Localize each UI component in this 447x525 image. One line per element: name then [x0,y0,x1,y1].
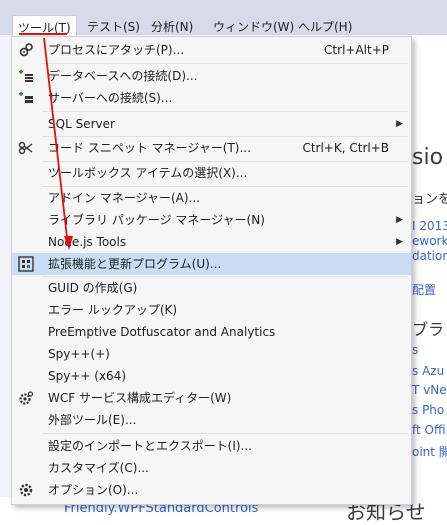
menu-item-shortcut: Ctrl+K, Ctrl+B [302,141,389,155]
menu-item-external-tools[interactable]: 外部ツール(E)... [12,409,411,431]
menu-item-extensions-updates[interactable]: 拡張機能と更新プログラム(U)... [12,253,411,275]
menu-item-label: Spy++(+) [48,347,110,361]
link-office[interactable]: ft Offi [412,423,446,437]
wcf-gear-icon [19,391,34,405]
menu-item-label: 外部ツール(E)... [48,413,137,427]
menu-item-label: プロセスにアタッチ(P)... [48,43,185,57]
menu-item-create-guid[interactable]: GUID の作成(G) [12,277,411,299]
menu-test[interactable]: テスト(S) [83,17,144,37]
server-connect-icon [19,91,33,103]
menu-item-library-package-manager[interactable]: ライブラリ パッケージ マネージャー(N) ▶ [12,209,411,231]
menu-item-label: データベースへの接続(D)... [48,69,198,83]
link-sharepoint[interactable]: oint 開 [412,443,447,460]
menu-item-customize[interactable]: カスタマイズ(C)... [12,457,411,479]
menu-item-label: エラー ルックアップ(K) [48,303,178,317]
menu-item-label: コード スニペット マネージャー(T)... [48,141,251,155]
extensions-icon [18,256,34,272]
menu-help[interactable]: ヘルプ(H) [294,17,356,37]
menu-item-label: 拡張機能と更新プログラム(U)... [48,257,222,271]
menu-item-sql-server[interactable]: SQL Server ▶ [12,113,411,135]
menu-item-nodejs-tools[interactable]: Node.js Tools ▶ [12,231,411,253]
link-foundation[interactable]: dation [412,249,447,263]
submenu-arrow-icon: ▶ [396,237,403,247]
menu-item-label: Spy++ (x64) [48,369,126,383]
submenu-arrow-icon: ▶ [396,215,403,225]
menu-item-attach-process[interactable]: プロセスにアタッチ(P)... Ctrl+Alt+P [12,39,411,61]
link-azure[interactable]: s Azu [412,364,444,378]
menu-bar: ツール(T) テスト(S) 分析(N) ウィンドウ(W) ヘルプ(H) [0,0,447,38]
menu-item-shortcut: Ctrl+Alt+P [324,43,389,57]
platform-heading: ブラ [412,320,445,339]
menu-item-code-snippets[interactable]: コード スニペット マネージャー(T)... Ctrl+K, Ctrl+B [12,137,411,159]
link-framework[interactable]: ework [412,234,447,248]
menu-item-error-lookup[interactable]: エラー ルックアップ(K) [12,299,411,321]
menu-item-label: WCF サービス構成エディター(W) [48,391,232,405]
menu-item-spy-x64[interactable]: Spy++ (x64) [12,365,411,387]
menu-item-label: Node.js Tools [48,235,127,249]
menu-item-choose-toolbox-items[interactable]: ツールボックス アイテムの選択(X)... [12,162,411,184]
menu-window[interactable]: ウィンドウ(W) [209,17,298,37]
link-phone[interactable]: s Pho [412,403,444,417]
menu-item-connect-server[interactable]: サーバーへの接続(S)... [12,87,411,109]
menu-item-addin-manager[interactable]: アドイン マネージャー(A)... [12,187,411,209]
database-connect-icon [19,69,33,82]
annotation-underline [19,33,67,35]
start-page-heading: sio [412,145,444,170]
menu-item-label: サーバーへの接続(S)... [48,91,173,105]
menu-item-label: アドイン マネージャー(A)... [48,191,200,205]
menu-item-label: 設定のインポートとエクスポート(I)... [48,439,252,453]
link-vs2013[interactable]: I 2013 [412,219,447,233]
menu-item-label: SQL Server [48,117,115,131]
menu-separator [42,111,408,112]
menu-separator [42,433,408,434]
link-vnext[interactable]: T vNe [412,383,447,397]
submenu-arrow-icon: ▶ [396,119,403,129]
menu-item-import-export-settings[interactable]: 設定のインポートとエクスポート(I)... [12,435,411,457]
menu-item-label: GUID の作成(G) [48,281,138,295]
menu-item-spy[interactable]: Spy++(+) [12,343,411,365]
menu-separator [42,63,408,64]
menu-item-label: オプション(O)... [48,483,139,497]
tools-dropdown-menu: プロセスにアタッチ(P)... Ctrl+Alt+P データベースへの接続(D)… [11,36,412,505]
menu-item-label: カスタマイズ(C)... [48,461,149,475]
code-snippet-icon [18,141,33,155]
menu-item-label: ツールボックス アイテムの選択(X)... [48,166,248,180]
menu-item-wcf-editor[interactable]: WCF サービス構成エディター(W) [12,387,411,409]
menu-item-label: ライブラリ パッケージ マネージャー(N) [48,213,265,227]
menu-item-dotfuscator[interactable]: PreEmptive Dotfuscator and Analytics [12,321,411,343]
menu-item-connect-database[interactable]: データベースへの接続(D)... [12,65,411,87]
options-gear-icon [19,483,33,497]
link-deploy[interactable]: 配置 [412,281,436,298]
menu-item-options[interactable]: オプション(O)... [12,479,411,501]
attach-process-icon [19,43,33,57]
menu-item-label: PreEmptive Dotfuscator and Analytics [48,325,276,339]
menu-analyze[interactable]: 分析(N) [147,17,197,37]
link-s[interactable]: s [412,343,418,357]
start-page-subheading: ョンを [412,192,447,207]
